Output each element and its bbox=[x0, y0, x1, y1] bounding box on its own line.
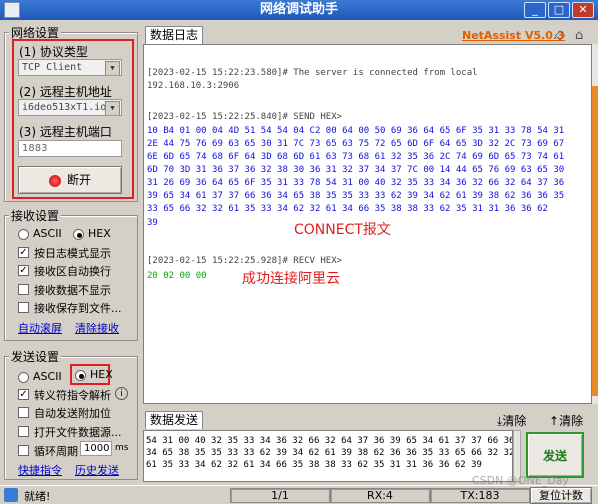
send-input[interactable]: 54 31 00 40 32 35 33 34 36 32 66 32 64 3… bbox=[143, 430, 513, 482]
recv-hex-radio[interactable] bbox=[73, 229, 84, 240]
log-area[interactable]: [2023-02-15 15:22:23.580]# The server is… bbox=[143, 44, 592, 404]
log-line: 39 bbox=[147, 218, 158, 228]
file-source-label: 打开文件数据源... bbox=[34, 426, 122, 439]
log-line: 33 65 66 32 32 61 35 33 34 62 32 61 34 6… bbox=[147, 204, 548, 214]
log-line: 20 02 00 00 bbox=[147, 271, 207, 281]
log-line: 31 26 69 36 64 65 6F 35 31 33 78 54 31 0… bbox=[147, 178, 565, 188]
file-source-checkbox[interactable] bbox=[18, 426, 29, 437]
log-line: 6D 70 3D 31 36 37 36 32 38 30 36 31 32 3… bbox=[147, 165, 565, 175]
auto-scroll-link[interactable]: 自动滚屏 bbox=[18, 320, 62, 336]
log-line: 10 B4 01 00 04 4D 51 54 54 04 C2 00 64 0… bbox=[147, 126, 565, 136]
diamond-icon[interactable]: ◇ bbox=[555, 28, 565, 43]
recv-settings-label: 接收设置 bbox=[9, 207, 62, 224]
send-line: 54 31 00 40 32 35 33 34 36 32 66 32 64 3… bbox=[146, 436, 513, 446]
home-icon[interactable]: ⌂ bbox=[575, 28, 583, 43]
clear-label-1: 清除 bbox=[502, 414, 527, 428]
log-line: [2023-02-15 15:22:23.580]# The server is… bbox=[147, 68, 478, 78]
recv-log-mode-checkbox[interactable]: ✓ bbox=[18, 247, 29, 258]
log-scrollbar-thumb[interactable] bbox=[592, 86, 598, 396]
clear-arrow-icon: ↑ bbox=[549, 414, 560, 428]
log-line: 39 65 34 61 37 37 66 36 34 65 38 35 35 3… bbox=[147, 191, 565, 201]
recv-ascii-label: ASCII bbox=[33, 227, 62, 240]
disconnect-label: 断开 bbox=[66, 173, 91, 187]
status-icon bbox=[4, 488, 18, 502]
chevron-down-icon[interactable]: ▼ bbox=[105, 101, 120, 115]
send-hex-label: HEX bbox=[90, 368, 113, 381]
status-tx: TX:183 bbox=[430, 488, 530, 503]
clear-send-button-1[interactable]: ⤓清除 bbox=[497, 412, 526, 429]
escape-parse-label: 转义符指令解析 bbox=[34, 389, 111, 402]
log-line: [2023-02-15 15:22:25.928]# RECV HEX> bbox=[147, 256, 343, 266]
log-line: 6E 6D 65 74 68 6F 64 3D 68 6D 61 63 73 6… bbox=[147, 152, 565, 162]
maximize-button[interactable]: □ bbox=[548, 2, 570, 18]
protocol-value: TCP Client bbox=[22, 62, 83, 73]
clear-recv-link[interactable]: 清除接收 bbox=[75, 320, 119, 336]
send-hex-radio[interactable] bbox=[75, 370, 86, 381]
send-line: 61 35 33 34 62 32 61 34 66 35 38 38 33 6… bbox=[146, 460, 482, 470]
protocol-label: (1) 协议类型 bbox=[19, 45, 88, 59]
log-line: 192.168.10.3:2906 bbox=[147, 81, 240, 91]
recv-wrap-checkbox[interactable]: ✓ bbox=[18, 265, 29, 276]
status-page: 1/1 bbox=[230, 488, 330, 503]
recv-wrap-label: 接收区自动换行 bbox=[34, 265, 111, 278]
annotation-success: 成功连接阿里云 bbox=[242, 271, 340, 287]
recv-hex-label: HEX bbox=[88, 227, 111, 240]
watermark: CSDN @ONE_Day bbox=[472, 474, 569, 487]
period-input[interactable]: 1000 bbox=[80, 441, 112, 456]
send-ascii-label: ASCII bbox=[33, 370, 62, 383]
host-value: i6deo513xT1.iot- bbox=[22, 102, 119, 113]
clear-send-button-2[interactable]: ↑清除 bbox=[549, 412, 583, 429]
annotation-connect: CONNECT报文 bbox=[294, 222, 391, 238]
recv-save-file-label: 接收保存到文件... bbox=[34, 302, 122, 315]
send-button[interactable]: 发送 bbox=[526, 432, 584, 478]
tab-data-log[interactable]: 数据日志 bbox=[145, 26, 204, 44]
recv-log-mode-label: 按日志模式显示 bbox=[34, 247, 111, 260]
chevron-down-icon[interactable]: ▼ bbox=[105, 61, 120, 75]
close-button[interactable]: ✕ bbox=[572, 2, 594, 18]
protocol-select[interactable]: TCP Client ▼ bbox=[18, 59, 122, 76]
auto-append-checkbox[interactable] bbox=[18, 407, 29, 418]
reset-count-button[interactable]: 复位计数 bbox=[530, 487, 592, 504]
recv-ascii-radio[interactable] bbox=[18, 229, 29, 240]
recv-hide-checkbox[interactable] bbox=[18, 284, 29, 295]
tab-data-send[interactable]: 数据发送 bbox=[145, 411, 204, 429]
log-line: [2023-02-15 15:22:25.840]# SEND HEX> bbox=[147, 112, 343, 122]
status-rx: RX:4 bbox=[330, 488, 430, 503]
send-line: 34 65 38 35 35 33 33 62 39 34 62 61 39 3… bbox=[146, 448, 513, 458]
connection-status-icon bbox=[48, 174, 61, 187]
recv-save-file-checkbox[interactable] bbox=[18, 302, 29, 313]
loop-label: 循环周期 bbox=[34, 445, 78, 458]
minimize-button[interactable]: _ bbox=[524, 2, 546, 18]
host-label: (2) 远程主机地址 bbox=[19, 85, 112, 99]
status-ready: 就绪! bbox=[24, 490, 51, 503]
log-line: 2E 44 75 76 69 63 65 30 31 7C 73 65 63 7… bbox=[147, 139, 565, 149]
period-unit: ms bbox=[115, 443, 129, 453]
quick-command-link[interactable]: 快捷指令 bbox=[18, 462, 62, 478]
escape-parse-checkbox[interactable]: ✓ bbox=[18, 389, 29, 400]
disconnect-button[interactable]: 断开 bbox=[18, 166, 122, 194]
send-history-link[interactable]: 历史发送 bbox=[75, 462, 119, 478]
auto-append-label: 自动发送附加位 bbox=[34, 407, 111, 420]
brand-link[interactable]: NetAssist V5.0.3 bbox=[462, 29, 565, 42]
recv-hide-label: 接收数据不显示 bbox=[34, 284, 111, 297]
clear-label-2: 清除 bbox=[559, 414, 584, 428]
loop-checkbox[interactable] bbox=[18, 445, 29, 456]
port-label: (3) 远程主机端口 bbox=[19, 125, 112, 139]
host-select[interactable]: i6deo513xT1.iot- ▼ bbox=[18, 99, 122, 116]
send-settings-label: 发送设置 bbox=[9, 348, 62, 365]
info-icon[interactable]: i bbox=[115, 387, 128, 400]
port-input[interactable]: 1883 bbox=[18, 140, 122, 157]
window-title: 网络调试助手 bbox=[259, 2, 338, 17]
send-ascii-radio[interactable] bbox=[18, 372, 29, 383]
